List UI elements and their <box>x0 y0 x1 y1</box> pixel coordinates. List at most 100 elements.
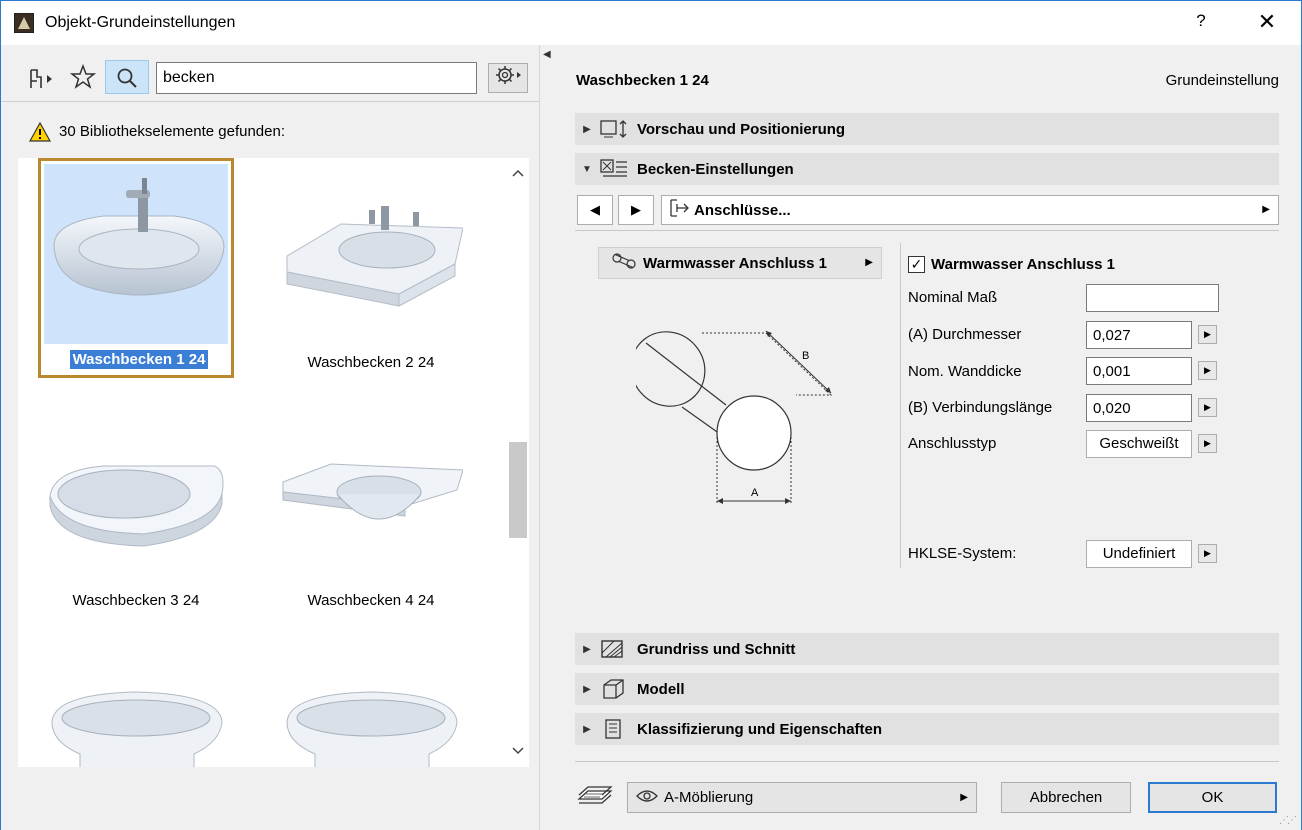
diagram-label-a: A <box>751 487 759 499</box>
connection-enable-checkbox[interactable]: ✓ <box>908 256 925 273</box>
expand-triangle-icon: ▶ <box>583 723 591 735</box>
panel-preview-label: Vorschau und Positionierung <box>637 120 846 138</box>
eye-visibility-icon <box>636 789 658 807</box>
dropdown-arrow-icon: ▶ <box>1262 204 1270 215</box>
results-count-text: 30 Bibliothekselemente gefunden: <box>59 123 285 140</box>
library-item[interactable] <box>273 634 469 767</box>
app-icon <box>14 13 34 33</box>
panel-floorplan[interactable]: ▶ Grundriss und Schnitt <box>575 633 1279 665</box>
collapse-left-icon[interactable]: ◀ <box>543 49 551 60</box>
layer-selector[interactable]: A-Möblierung ▶ <box>627 782 977 813</box>
library-item-label: Waschbecken 2 24 <box>307 354 435 371</box>
window-title: Objekt-Grundeinstellungen <box>45 14 236 31</box>
next-page-button[interactable]: ▶ <box>618 195 654 225</box>
page-selector[interactable]: Anschlüsse... ▶ <box>661 195 1279 225</box>
scroll-thumb[interactable] <box>509 442 527 538</box>
washbasin-thumbnail <box>279 642 463 767</box>
section-separator <box>575 230 1279 231</box>
panel-model[interactable]: ▶ Modell <box>575 673 1279 705</box>
footer-separator <box>575 761 1279 762</box>
page-navigation: ◀ ▶ Anschlüsse... ▶ <box>575 193 1279 227</box>
connection-type-select[interactable]: Geschweißt <box>1086 430 1192 458</box>
cancel-button[interactable]: Abbrechen <box>1001 782 1131 813</box>
params-separator <box>900 243 901 568</box>
library-item[interactable]: Waschbecken 2 24 <box>273 158 469 378</box>
diagram-label-b: B <box>802 350 809 362</box>
pipe-diagram: A B <box>630 323 846 513</box>
library-pane: 30 Bibliothekselemente gefunden: Waschbe… <box>1 45 539 830</box>
help-button[interactable]: ? <box>1189 11 1213 35</box>
library-item[interactable]: Waschbecken 4 24 <box>273 396 469 616</box>
layer-selector-label: A-Möblierung <box>664 789 754 806</box>
param-label: Anschlusstyp <box>908 435 997 452</box>
resize-grip-icon[interactable]: ⋰⋰ <box>1279 815 1297 826</box>
connection-selector[interactable]: Warmwasser Anschluss 1 ▶ <box>598 247 882 279</box>
scroll-up-icon[interactable] <box>507 164 529 180</box>
diameter-field[interactable] <box>1086 321 1192 349</box>
panel-floorplan-label: Grundriss und Schnitt <box>637 640 796 658</box>
classification-list-icon <box>599 718 629 740</box>
connection-enable-row: ✓ Warmwasser Anschluss 1 <box>908 256 1115 273</box>
close-button[interactable]: ✕ <box>1254 9 1280 35</box>
library-item[interactable] <box>38 634 234 767</box>
object-name: Waschbecken 1 24 <box>576 72 709 89</box>
param-menu-arrow-icon[interactable]: ▶ <box>1198 544 1217 563</box>
washbasin-thumbnail <box>279 404 464 584</box>
scroll-down-icon[interactable] <box>507 742 529 758</box>
param-menu-arrow-icon[interactable]: ▶ <box>1198 361 1217 380</box>
previous-page-button[interactable]: ◀ <box>577 195 613 225</box>
panel-classification-label: Klassifizierung und Eigenschaften <box>637 720 883 738</box>
wall-thickness-field[interactable] <box>1086 357 1192 385</box>
pane-divider[interactable]: ◀ <box>539 45 556 830</box>
expand-triangle-icon: ▶ <box>583 123 591 135</box>
collapse-triangle-icon: ▼ <box>582 163 592 175</box>
library-item-label: Waschbecken 3 24 <box>72 592 200 609</box>
connection-selector-label: Warmwasser Anschluss 1 <box>643 254 827 272</box>
search-input[interactable] <box>156 62 477 94</box>
dropdown-arrow-icon: ▶ <box>960 792 968 803</box>
panel-basin-settings[interactable]: ▼ Becken-Einstellungen <box>575 153 1279 185</box>
nominal-size-field[interactable] <box>1086 284 1219 312</box>
ok-button[interactable]: OK <box>1148 782 1277 813</box>
toolbar-separator <box>1 101 539 102</box>
results-status: 30 Bibliothekselemente gefunden: <box>28 121 285 142</box>
panel-preview[interactable]: ▶ Vorschau und Positionierung <box>575 113 1279 145</box>
param-menu-arrow-icon[interactable]: ▶ <box>1198 325 1217 344</box>
favorites-star-icon[interactable] <box>69 63 97 92</box>
library-item[interactable]: Waschbecken 1 24 <box>38 158 234 378</box>
library-item-label: Waschbecken 4 24 <box>307 592 435 609</box>
connection-page-icon <box>662 198 694 222</box>
dropdown-arrow-icon: ▶ <box>865 257 873 268</box>
warning-icon <box>28 121 52 142</box>
search-mode-icon[interactable] <box>105 60 149 94</box>
pipe-icon <box>599 252 643 274</box>
settings-gear-icon[interactable] <box>488 63 528 93</box>
washbasin-thumbnail <box>44 404 228 584</box>
panel-classification[interactable]: ▶ Klassifizierung und Eigenschaften <box>575 713 1279 745</box>
library-item[interactable]: Waschbecken 3 24 <box>38 396 234 616</box>
layers-icon <box>576 781 614 809</box>
default-label: Grundeinstellung <box>1165 72 1279 89</box>
connection-length-field[interactable] <box>1086 394 1192 422</box>
param-label: Nominal Maß <box>908 289 998 306</box>
library-item-label: Waschbecken 1 24 <box>69 350 209 369</box>
param-menu-arrow-icon[interactable]: ▶ <box>1198 398 1217 417</box>
param-menu-arrow-icon[interactable]: ▶ <box>1198 434 1217 453</box>
param-label: (B) Verbindungslänge <box>908 399 1053 416</box>
preview-position-icon <box>599 118 629 140</box>
floorplan-section-icon <box>599 638 629 660</box>
settings-pane: Waschbecken 1 24 Grundeinstellung ▶ Vors… <box>556 45 1301 830</box>
param-label: HKLSE-System: <box>908 545 1017 562</box>
object-type-icon[interactable] <box>27 67 57 91</box>
param-label: (A) Durchmesser <box>908 326 1022 343</box>
title-bar: Objekt-Grundeinstellungen ? ✕ <box>1 1 1301 45</box>
expand-triangle-icon: ▶ <box>583 683 591 695</box>
results-scrollbar[interactable] <box>507 158 529 767</box>
connection-enable-label: Warmwasser Anschluss 1 <box>931 256 1115 273</box>
dialog-window: Objekt-Grundeinstellungen ? ✕ 30 Bibliot… <box>0 0 1302 830</box>
expand-triangle-icon: ▶ <box>583 643 591 655</box>
washbasin-thumbnail <box>44 642 228 767</box>
mep-system-select[interactable]: Undefiniert <box>1086 540 1192 568</box>
page-selector-label: Anschlüsse... <box>694 201 791 219</box>
panel-basin-label: Becken-Einstellungen <box>637 160 794 178</box>
